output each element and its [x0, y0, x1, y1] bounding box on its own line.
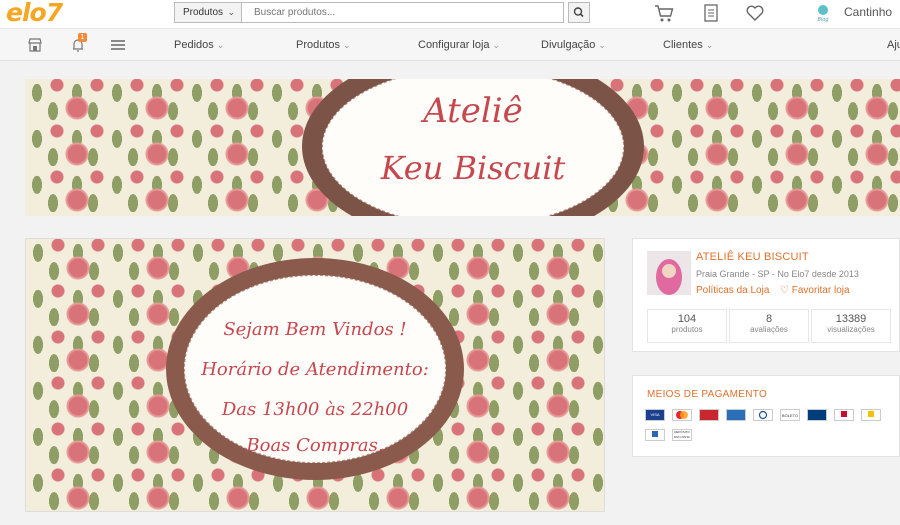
store-info-card: ATELIÊ KEU BISCUIT Praia Grande - SP - N…	[632, 238, 900, 352]
chevron-down-icon: ⌄	[598, 40, 606, 50]
visa-icon: VISA	[645, 409, 665, 421]
chevron-down-icon: ⌄	[227, 7, 235, 17]
banner-title-line2: Keu Biscuit	[380, 149, 566, 187]
top-bar: elo7 Produtos ⌄ Blog Cantinho	[0, 0, 900, 28]
nav-configurar-loja[interactable]: Configurar loja ⌄	[418, 39, 500, 51]
promo-line: Das 13h00 às 22h00	[221, 399, 409, 420]
store-banner: Ateliê Keu Biscuit	[25, 79, 900, 216]
search-category-select[interactable]: Produtos ⌄	[174, 2, 242, 23]
store-policies-link[interactable]: Políticas da Loja	[696, 285, 769, 296]
hipercard-icon	[699, 409, 719, 421]
payment-title: MEIOS DE PAGAMENTO	[647, 389, 768, 400]
banner-title-line1: Ateliê	[423, 91, 523, 131]
stat-products[interactable]: 104 produtos	[647, 309, 727, 343]
blog-badge-icon[interactable]: Blog	[810, 2, 836, 24]
heart-icon[interactable]	[745, 3, 765, 23]
nav-clientes[interactable]: Clientes ⌄	[663, 39, 713, 51]
stat-views[interactable]: 13389 visualizações	[811, 309, 891, 343]
doll-avatar-icon	[647, 251, 691, 295]
orders-list-icon[interactable]	[701, 3, 721, 23]
nav-produtos[interactable]: Produtos ⌄	[296, 39, 351, 51]
nav-ajuda[interactable]: Aju	[887, 39, 900, 51]
payment-methods-card: MEIOS DE PAGAMENTO VISA BOLETO DEPÓSITO …	[632, 375, 900, 457]
chevron-down-icon: ⌄	[343, 40, 351, 50]
store-meta: Praia Grande - SP - No Elo7 desde 2013	[696, 269, 859, 279]
boleto-icon: BOLETO	[780, 409, 800, 421]
seller-nav-bar: 1 Pedidos ⌄ Produtos ⌄ Configurar loja ⌄ Di…	[0, 28, 900, 61]
banco-do-brasil-icon	[807, 409, 827, 421]
chevron-down-icon: ⌄	[492, 40, 501, 50]
favorite-store-button[interactable]: ♡ Favoritar loja	[780, 285, 850, 296]
mastercard-icon	[672, 409, 692, 421]
elo7-logo[interactable]: elo7	[6, 0, 63, 27]
amex-icon	[726, 409, 746, 421]
search-button[interactable]	[568, 2, 590, 23]
menu-icon[interactable]	[110, 37, 126, 53]
deposit-icon: DEPÓSITO EM CONTA	[672, 429, 692, 441]
promo-line: Boas Compras.	[246, 435, 384, 456]
diners-icon	[753, 409, 773, 421]
notification-badge: 1	[78, 33, 87, 42]
search-category-label: Produtos	[183, 7, 224, 18]
banco-do-brasil-2-icon	[861, 409, 881, 421]
cart-icon[interactable]	[654, 3, 674, 23]
promo-line: Sejam Bem Vindos !	[223, 319, 407, 340]
bradesco-icon	[834, 409, 854, 421]
nav-pedidos[interactable]: Pedidos ⌄	[174, 39, 224, 51]
stat-reviews[interactable]: 8 avaliações	[729, 309, 809, 343]
store-name[interactable]: ATELIÊ KEU BISCUIT	[696, 251, 809, 263]
promo-line: Horário de Atendimento:	[201, 359, 429, 380]
nav-divulgacao[interactable]: Divulgação ⌄	[541, 39, 606, 51]
chevron-down-icon: ⌄	[216, 40, 225, 50]
search-input[interactable]	[242, 2, 564, 23]
welcome-image: Sejam Bem Vindos ! Horário de Atendiment…	[25, 238, 605, 512]
user-name[interactable]: Cantinho	[844, 5, 892, 19]
itau-icon	[645, 429, 665, 441]
chevron-down-icon: ⌄	[705, 40, 714, 50]
search-icon	[573, 7, 584, 18]
store-avatar[interactable]	[647, 251, 691, 295]
store-icon[interactable]	[27, 37, 43, 53]
svg-text:Blog: Blog	[817, 17, 828, 23]
heart-icon: ♡	[780, 285, 792, 296]
